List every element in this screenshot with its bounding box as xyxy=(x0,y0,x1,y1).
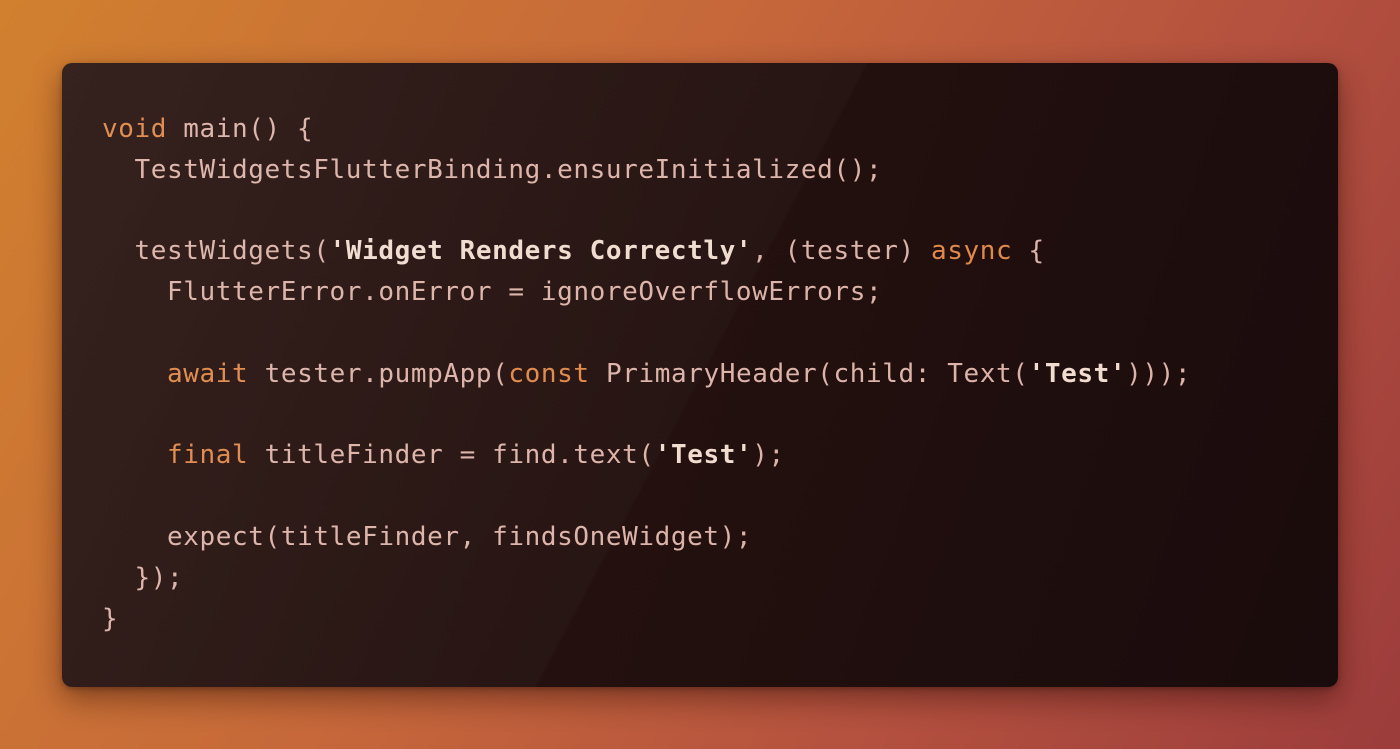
punctuation-token: ( xyxy=(492,358,509,389)
punctuation-token: . xyxy=(362,277,379,308)
punctuation-token: ); xyxy=(719,521,753,552)
punctuation-token: , (tester) xyxy=(752,236,931,267)
identifier-token: ignoreOverflowErrors xyxy=(540,277,866,308)
punctuation-token: { xyxy=(1012,236,1045,267)
punctuation-token xyxy=(167,114,183,144)
punctuation-token xyxy=(102,236,135,266)
keyword-token: await xyxy=(167,358,249,389)
punctuation-token: ))); xyxy=(1126,358,1192,389)
code-line: final titleFinder = find.text('Test'); xyxy=(102,435,1191,476)
identifier-token: TestWidgetsFlutterBinding xyxy=(134,154,541,185)
code-line: await tester.pumpApp(const PrimaryHeader… xyxy=(102,354,1191,395)
punctuation-token xyxy=(102,277,167,307)
function-token: ensureInitialized xyxy=(557,154,834,185)
string-token: 'Test' xyxy=(1028,358,1127,389)
string-token: 'Widget Renders Correctly' xyxy=(329,236,753,267)
identifier-token: Text xyxy=(947,358,1013,389)
punctuation-token: } xyxy=(102,603,119,634)
function-token: pumpApp xyxy=(378,358,493,389)
punctuation-token: () { xyxy=(248,114,314,144)
code-line: testWidgets('Widget Renders Correctly', … xyxy=(102,231,1191,272)
punctuation-token: ); xyxy=(752,440,785,471)
keyword-token: void xyxy=(102,114,168,144)
identifier-token: PrimaryHeader xyxy=(605,358,818,389)
punctuation-token: ( xyxy=(313,236,330,267)
punctuation-token xyxy=(102,359,167,389)
punctuation-token: }); xyxy=(102,562,184,593)
punctuation-token: = xyxy=(443,440,493,471)
punctuation-token: . xyxy=(362,358,379,389)
identifier-token: titleFinder xyxy=(264,440,444,471)
code-line: }); xyxy=(102,558,1191,599)
keyword-token: final xyxy=(167,440,249,471)
code-line: void main() { xyxy=(102,109,1191,150)
punctuation-token xyxy=(102,522,167,552)
punctuation-token: (child: xyxy=(817,358,948,389)
punctuation-token xyxy=(102,440,167,470)
code-line: TestWidgetsFlutterBinding.ensureInitiali… xyxy=(102,150,1191,191)
identifier-token: titleFinder xyxy=(280,521,460,552)
function-token: main xyxy=(183,114,249,144)
punctuation-token: = xyxy=(492,277,541,308)
punctuation-token: ( xyxy=(1012,358,1029,389)
identifier-token: find xyxy=(492,440,558,471)
punctuation-token: ; xyxy=(865,277,883,308)
punctuation-token xyxy=(248,359,264,389)
punctuation-token: (); xyxy=(833,154,883,185)
code-line: } xyxy=(102,599,1191,640)
code-line: FlutterError.onError = ignoreOverflowErr… xyxy=(102,272,1191,313)
keyword-token: const xyxy=(508,358,590,389)
identifier-token: onError xyxy=(378,277,493,308)
identifier-token: FlutterError xyxy=(167,277,363,308)
function-token: text xyxy=(573,440,639,471)
punctuation-token: , xyxy=(459,521,493,552)
code-block[interactable]: void main() { TestWidgetsFlutterBinding.… xyxy=(102,109,1191,639)
punctuation-token: ( xyxy=(638,440,655,471)
punctuation-token xyxy=(102,155,135,185)
punctuation-token: . xyxy=(557,440,574,471)
function-token: testWidgets xyxy=(134,236,314,267)
code-line: expect(titleFinder, findsOneWidget); xyxy=(102,517,1191,558)
identifier-token: tester xyxy=(264,358,363,389)
punctuation-token xyxy=(248,440,264,470)
function-token: expect xyxy=(167,521,265,552)
punctuation-token: ( xyxy=(264,521,281,552)
code-editor-window: void main() { TestWidgetsFlutterBinding.… xyxy=(62,63,1338,687)
punctuation-token xyxy=(590,359,606,389)
keyword-token: async xyxy=(930,236,1013,267)
identifier-token: findsOneWidget xyxy=(492,521,720,552)
punctuation-token: . xyxy=(540,154,558,185)
string-token: 'Test' xyxy=(654,440,753,471)
